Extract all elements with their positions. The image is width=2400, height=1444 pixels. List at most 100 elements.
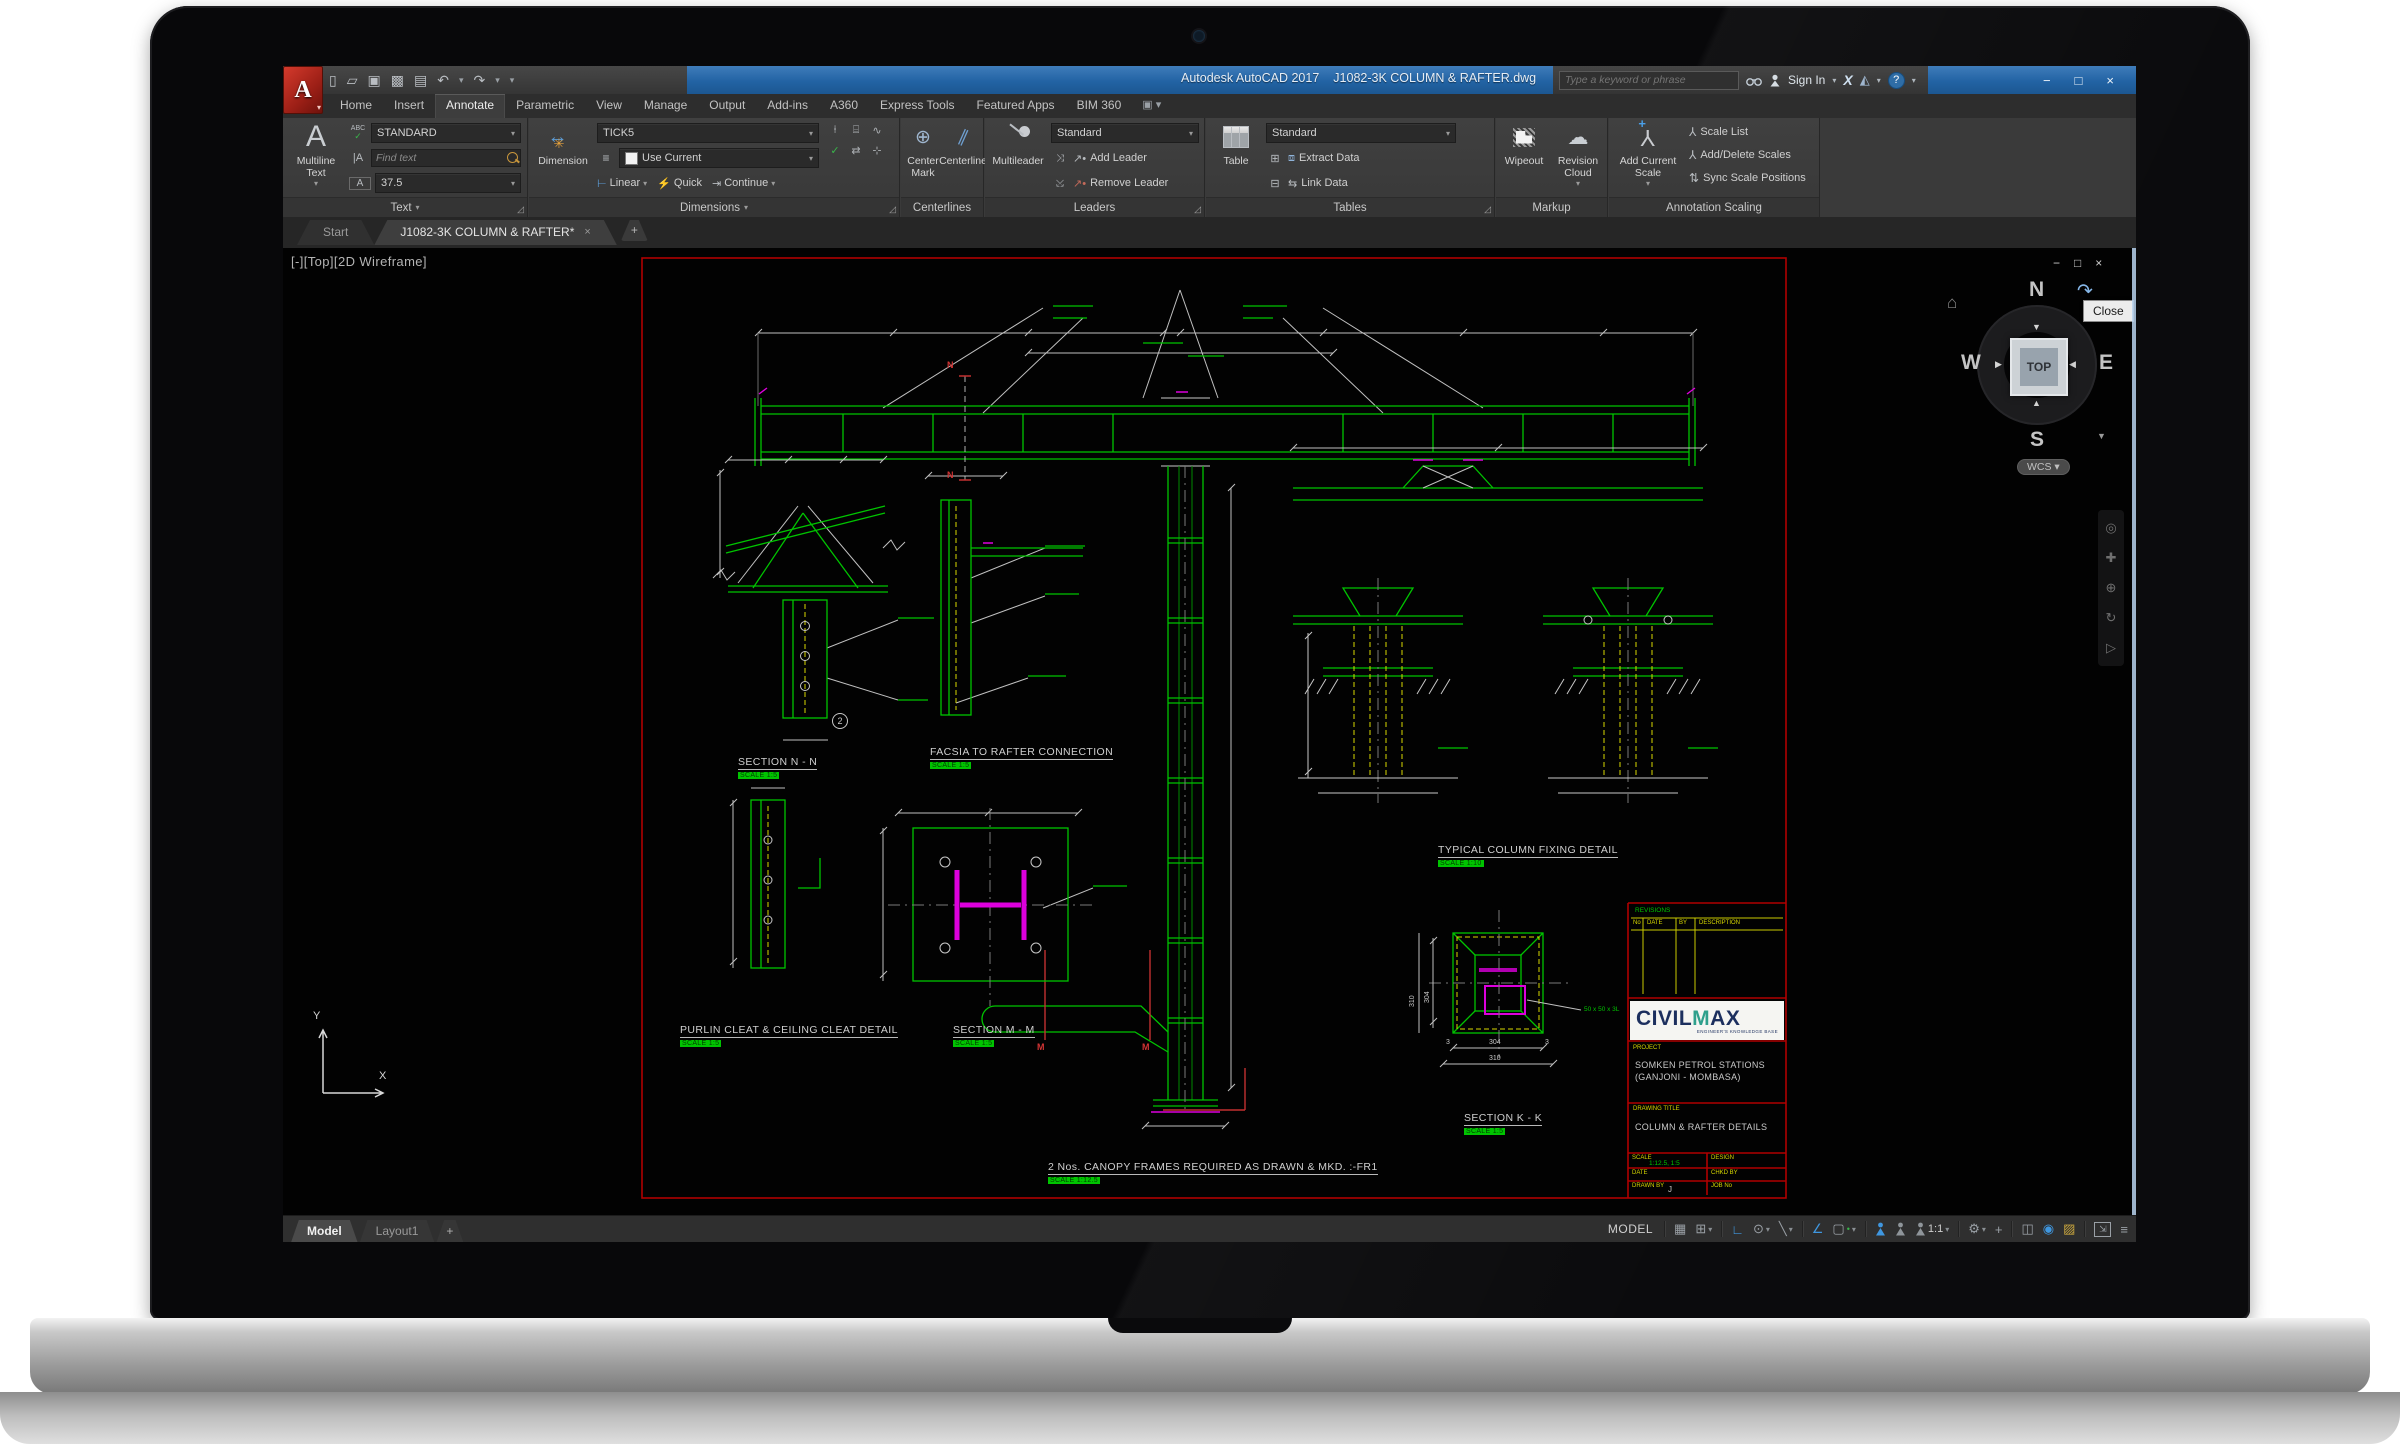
isolate-objects-icon[interactable]: ◫ [2021, 1221, 2033, 1237]
tab-insert[interactable]: Insert [383, 94, 435, 118]
panel-footer-annotation-scaling[interactable]: Annotation Scaling [1609, 197, 1819, 217]
redo-icon[interactable]: ↷ [473, 72, 485, 89]
find-text-input[interactable] [371, 149, 521, 167]
viewcube-north[interactable]: N [2029, 278, 2044, 302]
steering-wheel-icon[interactable]: ◎ [2105, 520, 2116, 536]
leader-align-icon[interactable]: ⤨ [1051, 153, 1069, 164]
extract-data-button[interactable]: ⧈Extract Data [1288, 152, 1360, 165]
new-drawing-tab-button[interactable]: + [621, 220, 648, 241]
new-file-icon[interactable]: ▯ [329, 72, 337, 89]
fullscreen-icon[interactable]: ⇲ [2094, 1222, 2111, 1237]
viewcube-west[interactable]: W [1961, 351, 1981, 375]
clean-screen-icon[interactable]: ▨ [2063, 1221, 2075, 1237]
a360-icon[interactable]: ◭ [1860, 72, 1870, 88]
panel-footer-markup[interactable]: Markup [1496, 197, 1607, 217]
continue-dim-button[interactable]: ⇥Continue▾ [712, 177, 775, 190]
text-height-select[interactable]: 37.5▾ [375, 173, 521, 193]
open-file-icon[interactable]: ▱ [347, 72, 358, 89]
text-style-select[interactable]: STANDARD▾ [371, 123, 521, 143]
workspace-switching-icon[interactable]: ⚙▾ [1968, 1221, 1986, 1237]
tab-manage[interactable]: Manage [633, 94, 698, 118]
wcs-dropdown[interactable]: WCS ▾ [2017, 459, 2070, 475]
pan-icon[interactable]: ✚ [2106, 550, 2117, 566]
annotation-visibility-icon[interactable] [1875, 1222, 1886, 1236]
tab-annotate[interactable]: Annotate [435, 94, 505, 118]
application-menu-button[interactable]: A ▾ [283, 66, 323, 114]
viewcube-arrow-down-icon[interactable]: ▲ [2032, 398, 2041, 408]
vertical-scrollbar[interactable] [2132, 248, 2136, 1215]
wipeout-button[interactable]: Wipeout [1498, 120, 1550, 197]
revision-cloud-button[interactable]: ☁ Revision Cloud ▾ [1550, 120, 1606, 197]
viewcube-arrow-left-icon[interactable]: ▶ [1995, 359, 2002, 370]
panel-footer-tables[interactable]: Tables ◿ [1206, 197, 1494, 217]
mleader-style-select[interactable]: Standard▾ [1051, 123, 1199, 143]
dim-style-select[interactable]: TICK5▾ [597, 123, 819, 143]
undo-caret-icon[interactable]: ▾ [459, 75, 464, 86]
ribbon-display-toggle-icon[interactable]: ▣ ▾ [1142, 94, 1161, 118]
orbit-tool-icon[interactable]: ↻ [2106, 610, 2117, 626]
redo-caret-icon[interactable]: ▾ [495, 75, 500, 86]
tab-a360[interactable]: A360 [819, 94, 869, 118]
viewcube-top-face[interactable]: TOP [2010, 338, 2068, 396]
table-button[interactable]: Table [1212, 120, 1260, 197]
centerline-button[interactable]: ∥ Centerline [943, 120, 983, 197]
tab-bim-360[interactable]: BIM 360 [1066, 94, 1133, 118]
file-tab-start[interactable]: Start [297, 220, 374, 245]
viewcube-south[interactable]: S [2030, 428, 2044, 452]
sign-in-button[interactable]: Sign In [1788, 73, 1825, 87]
sign-in-caret-icon[interactable]: ▾ [1832, 76, 1836, 85]
dimension-button[interactable]: ↔✳ Dimension [533, 120, 593, 197]
isometric-drafting-icon[interactable]: ╲▾ [1779, 1221, 1793, 1237]
table-style-select[interactable]: Standard▾ [1266, 123, 1456, 143]
tab-output[interactable]: Output [698, 94, 756, 118]
viewcube-home-icon[interactable]: ⌂ [1947, 293, 1957, 313]
tab-express-tools[interactable]: Express Tools [869, 94, 965, 118]
add-delete-scales-button[interactable]: ⅄Add/Delete Scales [1689, 148, 1791, 162]
remove-leader-button[interactable]: ↗•Remove Leader [1073, 177, 1168, 190]
table-upload-icon[interactable]: ⊟ [1266, 177, 1284, 190]
panel-footer-text[interactable]: Text▾ ◿ [283, 197, 527, 217]
center-mark-button[interactable]: ⊕ Center Mark [903, 120, 943, 197]
model-space-indicator[interactable]: MODEL [1608, 1222, 1653, 1236]
drawing-restore-icon[interactable]: □ [2074, 256, 2081, 270]
dimensions-panel-launcher-icon[interactable]: ◿ [889, 204, 896, 215]
annotation-scale-control[interactable]: 1:1▾ [1915, 1222, 1949, 1236]
drawing-minimize-icon[interactable]: − [2053, 256, 2060, 270]
dim-layer-select[interactable]: Use Current▾ [619, 148, 819, 168]
text-style-check-icon[interactable]: ABC✓ [349, 125, 367, 141]
autoscale-icon[interactable] [1895, 1222, 1906, 1236]
object-snap-tracking-icon[interactable]: ∠ [1812, 1221, 1824, 1237]
drawing-close-icon[interactable]: × [2095, 256, 2102, 270]
file-tab-close-icon[interactable]: × [584, 226, 590, 238]
panel-footer-leaders[interactable]: Leaders ◿ [985, 197, 1204, 217]
tab-view[interactable]: View [585, 94, 633, 118]
undo-icon[interactable]: ↶ [437, 72, 449, 89]
dim-baseline-icon[interactable]: ⍿ [825, 124, 845, 143]
leaders-panel-launcher-icon[interactable]: ◿ [1194, 204, 1201, 215]
help-caret-icon[interactable]: ▾ [1912, 76, 1916, 85]
viewcube-arrow-right-icon[interactable]: ◀ [2069, 359, 2076, 370]
dim-check-icon[interactable]: ✓ [825, 144, 845, 163]
tables-panel-launcher-icon[interactable]: ◿ [1484, 204, 1491, 215]
tab-home[interactable]: Home [329, 94, 383, 118]
snap-mode-icon[interactable]: ⊞▾ [1695, 1221, 1712, 1237]
leader-collect-icon[interactable]: ⤩ [1051, 178, 1069, 189]
file-tab-document[interactable]: J1082-3K COLUMN & RAFTER* × [374, 220, 616, 245]
layout1-tab[interactable]: Layout1 [360, 1220, 435, 1243]
object-snap-icon[interactable]: ▢•▾ [1832, 1221, 1855, 1237]
viewcube-east[interactable]: E [2099, 351, 2113, 375]
text-height-icon[interactable]: A [349, 177, 371, 190]
table-export-icon[interactable]: ⊞ [1266, 152, 1284, 165]
minimize-button[interactable]: − [2043, 73, 2051, 88]
sync-scale-positions-button[interactable]: ⇅Sync Scale Positions [1689, 171, 1806, 185]
zoom-icon[interactable]: ⊕ [2106, 580, 2117, 596]
restore-button[interactable]: □ [2075, 73, 2083, 88]
ortho-mode-icon[interactable]: ∟ [1731, 1222, 1744, 1237]
tab-parametric[interactable]: Parametric [505, 94, 585, 118]
search-input[interactable] [1559, 71, 1739, 90]
dim-jog-icon[interactable]: ∿ [867, 124, 887, 143]
quick-dim-button[interactable]: ⚡Quick [657, 177, 702, 190]
viewcube-arrow-up-icon[interactable]: ▼ [2032, 322, 2041, 332]
model-space-canvas[interactable]: [-][Top][2D Wireframe] SECTION N - N SCA… [283, 248, 2136, 1215]
cad-drawing[interactable] [283, 248, 2136, 1215]
